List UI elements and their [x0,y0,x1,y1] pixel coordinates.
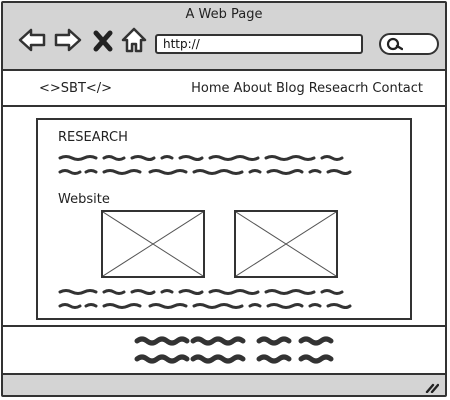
nav-link-contact[interactable]: Contact [372,81,423,96]
nav-link-about[interactable]: About [234,81,272,96]
search-field[interactable] [379,33,439,55]
home-icon[interactable] [119,25,149,55]
website-label: Website [58,192,110,207]
status-bar [3,375,445,395]
close-x-icon[interactable] [91,25,115,55]
placeholder-text [56,152,372,182]
window-title: A Web Page [185,7,263,22]
browser-window: A Web Page <>SBT</> Home About Blog Res [1,1,447,397]
image-placeholder [101,210,205,278]
resize-grip-icon[interactable] [425,381,439,393]
placeholder-text [56,286,372,316]
section-title: RESEARCH [58,130,128,145]
forward-arrow-icon[interactable] [53,25,83,55]
browser-toolbar: A Web Page [3,3,445,71]
site-logo[interactable]: <>SBT</> [39,81,112,96]
url-input[interactable] [155,34,363,54]
site-header: <>SBT</> Home About Blog Reseacrh Contac… [3,73,445,107]
site-nav: Home About Blog Reseacrh Contact [191,81,423,96]
search-icon [386,37,403,51]
content-panel: RESEARCH Website [36,118,412,320]
nav-link-blog[interactable]: Blog [276,81,305,96]
nav-link-home[interactable]: Home [191,81,229,96]
footer-placeholder-text [134,336,334,364]
image-placeholder [234,210,338,278]
back-arrow-icon[interactable] [17,25,47,55]
nav-link-research[interactable]: Reseacrh [309,81,369,96]
site-footer [3,325,445,375]
